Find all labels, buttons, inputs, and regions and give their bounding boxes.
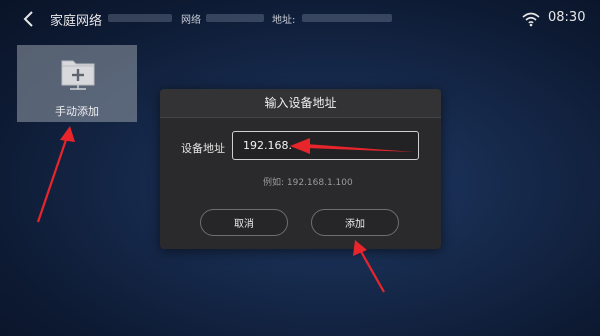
- device-address-label: 设备地址: [181, 142, 225, 155]
- dialog-title: 输入设备地址: [160, 89, 441, 118]
- address-label: 地址:: [272, 15, 296, 26]
- add-device-dialog: 输入设备地址 设备地址 例如: 192.168.1.100 取消 添加: [160, 89, 441, 249]
- manual-add-tile[interactable]: 手动添加: [17, 45, 137, 122]
- redacted-network-value: [206, 14, 264, 22]
- address-hint: 例如: 192.168.1.100: [263, 178, 353, 188]
- redacted-network-name: [108, 14, 172, 22]
- cancel-button[interactable]: 取消: [200, 209, 288, 236]
- clock-time: 08:30: [548, 10, 586, 25]
- redacted-address-value: [302, 14, 392, 22]
- top-bar: 家庭网络 网络 地址: 08:30: [0, 0, 600, 38]
- wifi-icon: [522, 12, 540, 27]
- arrow-to-tile-annotation: [36, 126, 75, 223]
- network-label: 网络: [181, 15, 201, 26]
- manual-add-label: 手动添加: [55, 105, 99, 118]
- back-chevron-icon[interactable]: [22, 10, 36, 28]
- device-address-input[interactable]: [232, 131, 419, 160]
- page-title: 家庭网络: [50, 14, 103, 29]
- add-button[interactable]: 添加: [311, 209, 399, 236]
- folder-plus-icon: [61, 60, 95, 90]
